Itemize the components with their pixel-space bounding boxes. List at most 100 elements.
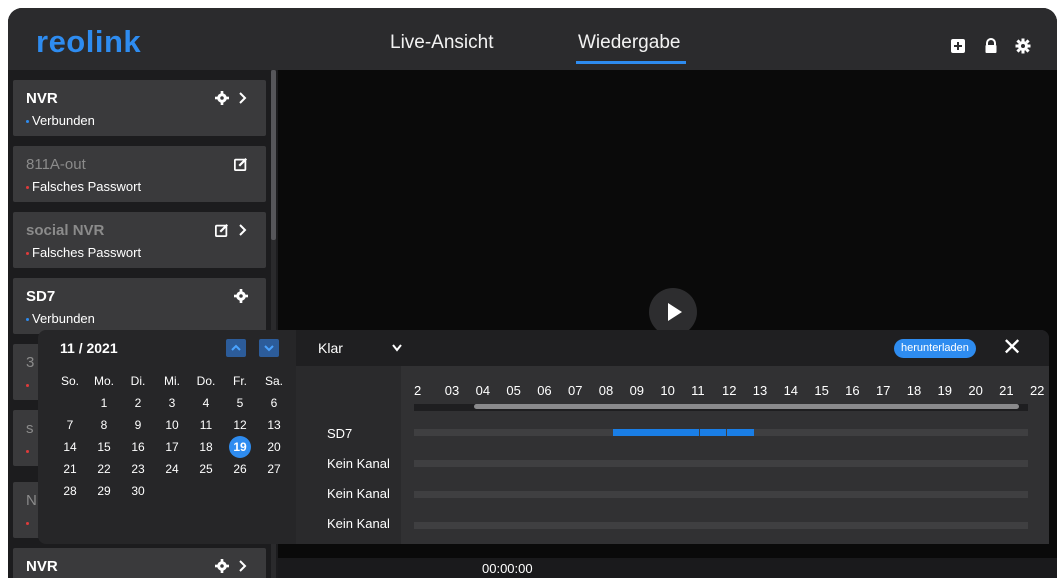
recording-segment[interactable] <box>613 429 699 436</box>
channel-label: Kein Kanal <box>327 486 390 501</box>
hour-label: 21 <box>999 383 1014 398</box>
tab-playback[interactable]: Wiedergabe <box>578 32 680 54</box>
status-dot <box>26 522 29 526</box>
calendar-week: 21 22 23 24 25 26 27 <box>53 458 291 480</box>
chevron-down-icon[interactable] <box>392 344 402 352</box>
edit-icon[interactable] <box>215 223 229 237</box>
device-card-nvr-bottom[interactable]: NVR <box>13 548 266 578</box>
app-window: reolink Live-Ansicht Wiedergabe NVR Verb… <box>8 8 1057 578</box>
calendar-day[interactable]: 20 <box>257 440 291 454</box>
device-status: Falsches Passwort <box>26 179 141 194</box>
device-card-sd7[interactable]: SD7 Verbunden <box>13 278 266 334</box>
calendar-day[interactable]: 6 <box>257 396 291 410</box>
gear-icon[interactable] <box>215 559 229 573</box>
channel-track[interactable] <box>414 491 1028 498</box>
device-name: NVR <box>26 558 58 575</box>
status-dot <box>26 252 29 256</box>
device-name: social NVR <box>26 222 105 239</box>
device-name: N <box>26 492 37 509</box>
calendar-day[interactable]: 17 <box>155 440 189 454</box>
calendar-day[interactable]: 2 <box>121 396 155 410</box>
prev-month-button[interactable] <box>226 339 246 357</box>
calendar-day[interactable]: 11 <box>189 418 223 432</box>
channel-label: Kein Kanal <box>327 516 390 531</box>
device-card-811a-out[interactable]: 811A-out Falsches Passwort <box>13 146 266 202</box>
calendar-day[interactable]: 12 <box>223 418 257 432</box>
status-dot <box>26 318 29 322</box>
calendar-day[interactable]: 24 <box>155 462 189 476</box>
sidebar-scrollbar-thumb[interactable] <box>271 70 276 240</box>
calendar-day[interactable]: 15 <box>87 440 121 454</box>
close-icon[interactable]: ✕ <box>1002 336 1022 360</box>
calendar-day[interactable]: 9 <box>121 418 155 432</box>
next-month-button[interactable] <box>259 339 279 357</box>
gear-icon[interactable] <box>234 289 248 303</box>
chevron-right-icon[interactable] <box>238 91 248 105</box>
edit-icon[interactable] <box>234 157 248 171</box>
device-name: NVR <box>26 90 58 107</box>
calendar-day[interactable]: 4 <box>189 396 223 410</box>
calendar-week: 28 29 30 <box>53 480 291 502</box>
calendar-day[interactable]: 8 <box>87 418 121 432</box>
calendar-week: 7 8 9 10 11 12 13 <box>53 414 291 436</box>
channel-track[interactable] <box>414 460 1028 467</box>
reolink-logo: reolink <box>36 24 142 59</box>
calendar-day[interactable]: 25 <box>189 462 223 476</box>
calendar-day[interactable]: 18 <box>189 440 223 454</box>
tab-live-view[interactable]: Live-Ansicht <box>390 32 494 54</box>
calendar-day[interactable]: 19 <box>223 436 257 458</box>
gear-icon[interactable] <box>215 91 229 105</box>
timeline-panel: Klar herunterladen ✕ 2 03 04 05 06 07 08 09 10 11… <box>296 330 1049 544</box>
calendar-day[interactable]: 22 <box>87 462 121 476</box>
device-card-social-nvr[interactable]: social NVR Falsches Passwort <box>13 212 266 268</box>
calendar-day[interactable]: 7 <box>53 418 87 432</box>
weekday-label: Do. <box>196 374 216 388</box>
download-button[interactable]: herunterladen <box>894 339 976 358</box>
lock-icon[interactable] <box>983 38 999 54</box>
play-icon <box>668 303 682 321</box>
calendar-day[interactable]: 10 <box>155 418 189 432</box>
active-tab-indicator <box>576 61 686 64</box>
play-button[interactable] <box>649 288 697 336</box>
calendar-day[interactable]: 3 <box>155 396 189 410</box>
timeline-scrollbar-thumb[interactable] <box>474 404 1019 409</box>
device-card-nvr[interactable]: NVR Verbunden <box>13 80 266 136</box>
selected-day: 19 <box>229 436 251 458</box>
hour-label: 08 <box>598 383 614 398</box>
calendar-day[interactable]: 26 <box>223 462 257 476</box>
device-status <box>26 443 32 458</box>
chevron-right-icon[interactable] <box>238 559 248 573</box>
calendar-day[interactable]: 30 <box>121 484 155 498</box>
calendar-day[interactable]: 16 <box>121 440 155 454</box>
gear-icon[interactable] <box>1015 38 1031 54</box>
hour-label: 19 <box>937 383 953 398</box>
calendar-grid: So. Mo. Di. Mi. Do. Fr. Sa. 1 2 3 4 5 6 7 8 9 10 1… <box>53 370 291 502</box>
playback-time: 00:00:00 <box>482 561 533 576</box>
hour-label: 14 <box>783 383 799 398</box>
calendar-day[interactable]: 23 <box>121 462 155 476</box>
weekday-label: Mi. <box>164 374 180 388</box>
date-picker: 11 / 2021 So. Mo. Di. Mi. Do. Fr. Sa. 12… <box>38 330 296 544</box>
calendar-day[interactable]: 1 <box>87 396 121 410</box>
calendar-day[interactable]: 21 <box>53 462 87 476</box>
add-icon[interactable] <box>950 38 966 54</box>
channel-track[interactable] <box>414 522 1028 529</box>
channel-label: SD7 <box>327 426 353 441</box>
quality-select[interactable]: Klar <box>318 340 343 356</box>
playback-controls-bar <box>278 558 1057 578</box>
hour-label: 10 <box>660 383 675 398</box>
chevron-right-icon[interactable] <box>238 223 248 237</box>
calendar-day[interactable]: 28 <box>53 484 87 498</box>
calendar-day[interactable]: 29 <box>87 484 121 498</box>
recording-segment[interactable] <box>727 429 754 436</box>
calendar-day[interactable]: 27 <box>257 462 291 476</box>
hour-label: 04 <box>475 383 491 398</box>
hour-label: 03 <box>444 383 460 398</box>
recording-segment[interactable] <box>700 429 726 436</box>
calendar-day[interactable]: 13 <box>257 418 291 432</box>
device-status <box>26 515 32 530</box>
hour-label: 15 <box>814 383 829 398</box>
calendar-day[interactable]: 14 <box>53 440 87 454</box>
hour-label: 07 <box>567 383 583 398</box>
calendar-day[interactable]: 5 <box>223 396 257 410</box>
